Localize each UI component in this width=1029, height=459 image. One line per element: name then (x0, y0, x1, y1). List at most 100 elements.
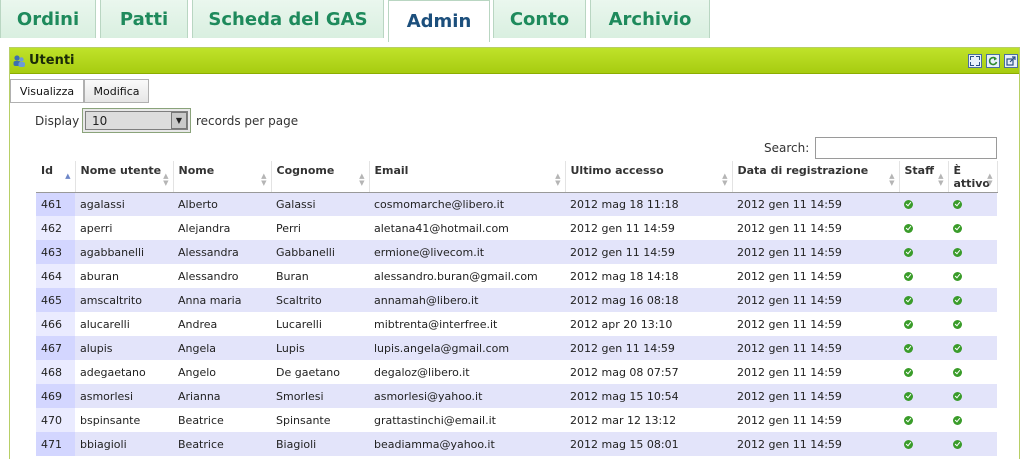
table-row[interactable]: 470 bspinsante Beatrice Spinsante grattastin… (36, 408, 997, 432)
cell-nome-utente: alucarelli (75, 312, 173, 336)
cell-attivo (948, 360, 997, 384)
column-header-id[interactable]: Id ▲ (36, 161, 76, 193)
search-input[interactable] (815, 137, 997, 159)
check-icon (953, 415, 962, 425)
sort-icon: ▲ ▼ (987, 172, 993, 187)
cell-attivo (948, 240, 997, 264)
column-header-data-registrazione[interactable]: Data di registrazione ▲ ▼ (732, 161, 900, 193)
check-icon (904, 295, 913, 305)
subtab-modifica[interactable]: Modifica (84, 79, 149, 103)
column-header-label: Nome (178, 164, 215, 177)
cell-nome-utente: aburan (75, 264, 173, 288)
table-row[interactable]: 467 alupis Angela Lupis lupis.angela@gmail.c… (36, 336, 997, 360)
cell-staff (899, 216, 948, 240)
column-header-ultimo-accesso[interactable]: Ultimo accesso ▲ ▼ (565, 161, 733, 193)
column-header-label: Cognome (276, 164, 335, 177)
cell-id: 471 (36, 432, 75, 456)
cell-nome: Alessandro (173, 264, 271, 288)
check-icon (904, 223, 913, 233)
cell-nome: Angela (173, 336, 271, 360)
cell-nome: Alberto (173, 192, 271, 216)
cell-ultimo-accesso: 2012 gen 11 14:59 (565, 240, 732, 264)
cell-ultimo-accesso: 2012 mag 16 08:18 (565, 288, 732, 312)
column-header-attivo[interactable]: È attivo ▲ ▼ (948, 161, 998, 193)
cell-attivo (948, 312, 997, 336)
cell-email: mibtrenta@interfree.it (369, 312, 565, 336)
table-row[interactable]: 469 asmorlesi Arianna Smorlesi asmorlesi@yah… (36, 384, 997, 408)
sort-asc-icon: ▲ (65, 172, 71, 180)
cell-email: beadiamma@yahoo.it (369, 432, 565, 456)
column-header-cognome[interactable]: Cognome ▲ ▼ (271, 161, 370, 193)
tab-admin[interactable]: Admin (388, 0, 490, 42)
cell-nome: Alessandra (173, 240, 271, 264)
table-row[interactable]: 471 bbiagioli Beatrice Biagioli beadiamma@ya… (36, 432, 997, 456)
users-icon (13, 55, 25, 67)
cell-nome: Angelo (173, 360, 271, 384)
table-header-row: Id ▲ Nome utente ▲ ▼ Nome ▲ ▼ Cognome ▲ ▼ Email… (36, 161, 998, 193)
check-icon (953, 199, 962, 209)
cell-id: 462 (36, 216, 75, 240)
cell-nome-utente: aperri (75, 216, 173, 240)
sort-icon: ▲ ▼ (261, 172, 267, 187)
cell-staff (899, 240, 948, 264)
cell-data-registrazione: 2012 gen 11 14:59 (732, 360, 899, 384)
table-row[interactable]: 468 adegaetano Angelo De gaetano degaloz@lib… (36, 360, 997, 384)
column-header-label: Staff (904, 164, 935, 177)
cell-data-registrazione: 2012 gen 11 14:59 (732, 336, 899, 360)
cell-nome-utente: alupis (75, 336, 173, 360)
table-row[interactable]: 464 aburan Alessandro Buran alessandro.buran… (36, 264, 997, 288)
export-icon[interactable] (1004, 54, 1018, 68)
tab-scheda-del-gas[interactable]: Scheda del GAS (192, 0, 384, 38)
tab-label: Conto (509, 8, 570, 30)
cell-staff (899, 384, 948, 408)
column-header-email[interactable]: Email ▲ ▼ (369, 161, 566, 193)
cell-email: ermione@livecom.it (369, 240, 565, 264)
table-row[interactable]: 462 aperri Alejandra Perri aletana41@hotmail… (36, 216, 997, 240)
cell-id: 470 (36, 408, 75, 432)
cell-cognome: Biagioli (271, 432, 369, 456)
table-row[interactable]: 461 agalassi Alberto Galassi cosmomarche@lib… (36, 192, 997, 216)
cell-staff (899, 264, 948, 288)
subtab-label: Visualizza (19, 84, 75, 98)
column-header-nome[interactable]: Nome ▲ ▼ (173, 161, 272, 193)
chevron-down-icon: ▼ (171, 112, 187, 129)
table-row[interactable]: 465 amscaltrito Anna maria Scaltrito annamah… (36, 288, 997, 312)
maximize-icon[interactable] (968, 54, 982, 68)
cell-email: aletana41@hotmail.com (369, 216, 565, 240)
cell-id: 463 (36, 240, 75, 264)
cell-nome: Andrea (173, 312, 271, 336)
tab-label: Archivio (608, 8, 692, 30)
column-header-label: È attivo (953, 164, 990, 190)
cell-attivo (948, 336, 997, 360)
refresh-icon[interactable] (986, 54, 1000, 68)
cell-attivo (948, 432, 997, 456)
cell-cognome: Buran (271, 264, 369, 288)
cell-staff (899, 360, 948, 384)
cell-nome: Arianna (173, 384, 271, 408)
cell-data-registrazione: 2012 gen 11 14:59 (732, 240, 899, 264)
cell-cognome: De gaetano (271, 360, 369, 384)
cell-attivo (948, 264, 997, 288)
panel-header: Utenti (10, 48, 1019, 74)
check-icon (904, 391, 913, 401)
cell-staff (899, 288, 948, 312)
tab-archivio[interactable]: Archivio (590, 0, 710, 38)
tab-label: Patti (119, 8, 169, 30)
cell-ultimo-accesso: 2012 mag 15 10:54 (565, 384, 732, 408)
cell-attivo (948, 288, 997, 312)
tab-conto[interactable]: Conto (493, 0, 586, 38)
cell-cognome: Perri (271, 216, 369, 240)
cell-nome: Beatrice (173, 408, 271, 432)
column-header-staff[interactable]: Staff ▲ ▼ (899, 161, 949, 193)
cell-id: 467 (36, 336, 75, 360)
tab-ordini[interactable]: Ordini (0, 0, 96, 38)
records-per-page-value: 10 (92, 114, 108, 128)
tab-patti[interactable]: Patti (100, 0, 188, 38)
subtab-visualizza[interactable]: Visualizza (10, 79, 84, 103)
cell-data-registrazione: 2012 gen 11 14:59 (732, 408, 899, 432)
column-header-nome-utente[interactable]: Nome utente ▲ ▼ (75, 161, 174, 193)
table-row[interactable]: 466 alucarelli Andrea Lucarelli mibtrenta@in… (36, 312, 997, 336)
table-row[interactable]: 463 agabbanelli Alessandra Gabbanelli ermion… (36, 240, 997, 264)
records-per-page-select[interactable]: 10 ▼ (82, 108, 191, 133)
subtab-label: Modifica (93, 84, 140, 98)
